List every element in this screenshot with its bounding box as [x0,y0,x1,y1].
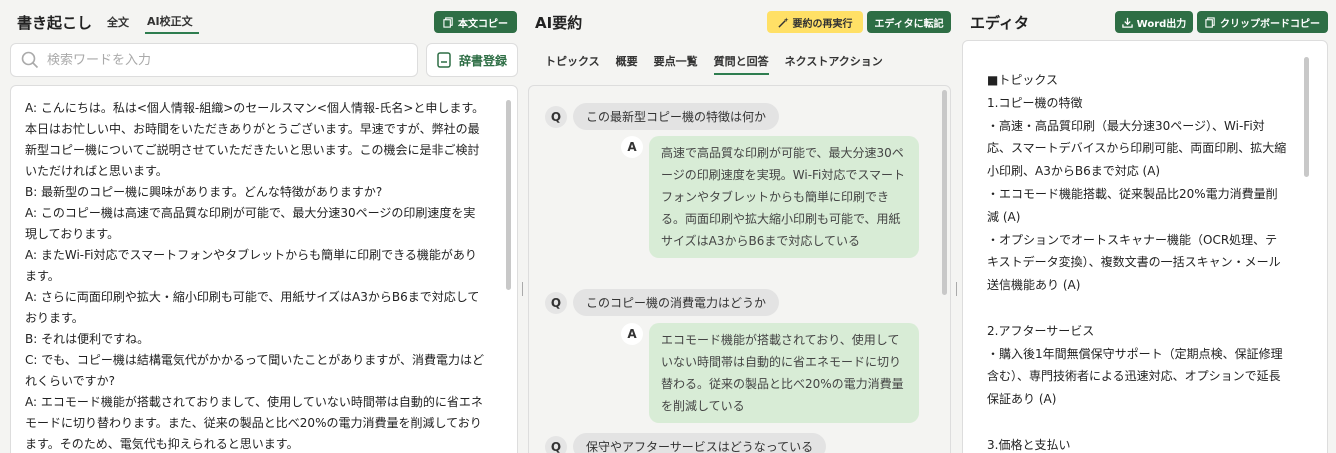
tab-overview[interactable]: 概要 [616,53,638,75]
editor-line [987,411,1287,434]
question-row: Q このコピー機の消費電力はどうか [545,289,780,316]
editor-line [987,297,1287,320]
editor-line: ・オプションでオートスキャナー機能（OCR処理、テキストデータ変換）、複数文書の… [987,232,1281,293]
tab-key-points[interactable]: 要点一覧 [654,53,698,75]
summary-tabs: トピックス 概要 要点一覧 質問と回答 ネクストアクション [545,53,883,75]
tab-full-text[interactable]: 全文 [107,14,129,30]
question-row: Q 保守やアフターサービスはどうなっている [545,433,827,453]
transcript-line: A: またWi-Fi対応でスマートフォンやタブレットからも簡単に印刷できる機能が… [25,248,477,283]
copy-icon [443,16,453,28]
magic-wand-icon [777,16,789,28]
rerun-summary-button[interactable]: 要約の再実行 [767,11,863,33]
question-row: Q この最新型コピー機の特徴は何か [545,103,780,130]
transcript-scrollbar[interactable] [506,100,511,290]
dictionary-icon [437,52,451,68]
editor-body[interactable]: ■トピックス 1.コピー機の特徴 ・高速・高品質印刷（最大分速30ページ）、Wi… [962,40,1328,453]
resize-handle[interactable] [956,282,957,296]
summary-title: AI要約 [535,14,583,32]
transcript-line: A: こんにちは。私は<個人情報-組織>のセールスマン<個人情報-氏名>と申しま… [25,101,485,178]
editor-scrollbar[interactable] [1304,57,1309,177]
search-box[interactable] [10,43,418,77]
editor-line: ・購入後1年間無償保守サポート（定期点検、保証修理含む）、専門技術者による迅速対… [987,346,1283,407]
copy-text-label: 本文コピー [458,18,508,30]
question-bubble: 保守やアフターサービスはどうなっている [573,433,827,453]
qa-list[interactable]: Q この最新型コピー機の特徴は何か A 高速で高品質な印刷が可能で、最大分速30… [528,85,951,453]
resize-handle[interactable] [522,282,523,296]
word-export-button[interactable]: Word出力 [1115,11,1193,33]
answer-bubble: エコモード機能が搭載されており、使用していない時間帯は自動的に省エネモードに切り… [649,323,919,423]
editor-line: 3.価格と支払い [987,437,1071,452]
transcript-body[interactable]: A: こんにちは。私は<個人情報-組織>のセールスマン<個人情報-氏名>と申しま… [10,85,518,453]
editor-line: 2.アフターサービス [987,323,1095,338]
editor-line: ■トピックス [987,73,1058,87]
editor-line: ・エコモード機能搭載、従来製品比20%電力消費量削減 (A) [987,186,1278,224]
download-icon [1121,17,1133,28]
search-input[interactable] [47,52,387,68]
answer-badge: A [621,136,643,158]
qa-scrollbar[interactable] [942,90,947,295]
question-badge: Q [545,435,567,453]
answer-badge: A [621,323,643,345]
editor-title: エディタ [970,14,1029,32]
transcript-line: B: 最新型のコピー機に興味があります。どんな特徴がありますか? [25,185,383,199]
transcript-line: A: エコモード機能が搭載されておりまして、使用していない時間帯は自動的に省エネ… [25,395,483,451]
question-bubble: この最新型コピー機の特徴は何か [573,103,780,130]
tab-ai-corrected[interactable]: AI校正文 [145,13,199,34]
answer-row: A エコモード機能が搭載されており、使用していない時間帯は自動的に省エネモードに… [621,323,919,423]
transfer-to-editor-button[interactable]: エディタに転記 [867,11,951,33]
tab-next-action[interactable]: ネクストアクション [785,53,883,75]
transcript-line: A: このコピー機は高速で高品質な印刷が可能で、最大分速30ページの印刷速度を実… [25,206,476,241]
search-icon [21,51,39,69]
transcript-line: C: でも、コピー機は結構電気代がかかるって聞いたことがありますが、消費電力はど… [25,353,485,388]
transcript-line: A: さらに両面印刷や拡大・縮小印刷も可能で、用紙サイズはA3からB6まで対応し… [25,290,480,325]
transcription-title: 書き起こし [17,14,93,32]
answer-row: A 高速で高品質な印刷が可能で、最大分速30ページの印刷速度を実現。Wi-Fi対… [621,136,919,258]
tab-topics[interactable]: トピックス [545,53,600,75]
rerun-summary-label: 要約の再実行 [792,18,853,30]
clipboard-copy-button[interactable]: クリップボードコピー [1197,11,1328,33]
tab-qa[interactable]: 質問と回答 [713,53,769,75]
dictionary-register-label: 辞書登録 [458,53,507,68]
answer-bubble: 高速で高品質な印刷が可能で、最大分速30ページの印刷速度を実現。Wi-Fi対応で… [649,136,919,258]
word-export-label: Word出力 [1136,18,1187,30]
editor-line: ・高速・高品質印刷（最大分速30ページ）、Wi-Fi対応、スマートデバイスから印… [987,118,1287,179]
editor-line: 1.コピー機の特徴 [987,95,1083,110]
copy-text-button[interactable]: 本文コピー [434,11,517,33]
clipboard-copy-label: クリップボードコピー [1220,18,1320,30]
question-badge: Q [545,105,567,128]
dictionary-register-button[interactable]: 辞書登録 [426,43,518,77]
question-bubble: このコピー機の消費電力はどうか [573,289,780,316]
copy-icon [1205,16,1215,28]
transcript-line: B: それは便利ですね。 [25,332,150,346]
question-badge: Q [545,291,567,314]
